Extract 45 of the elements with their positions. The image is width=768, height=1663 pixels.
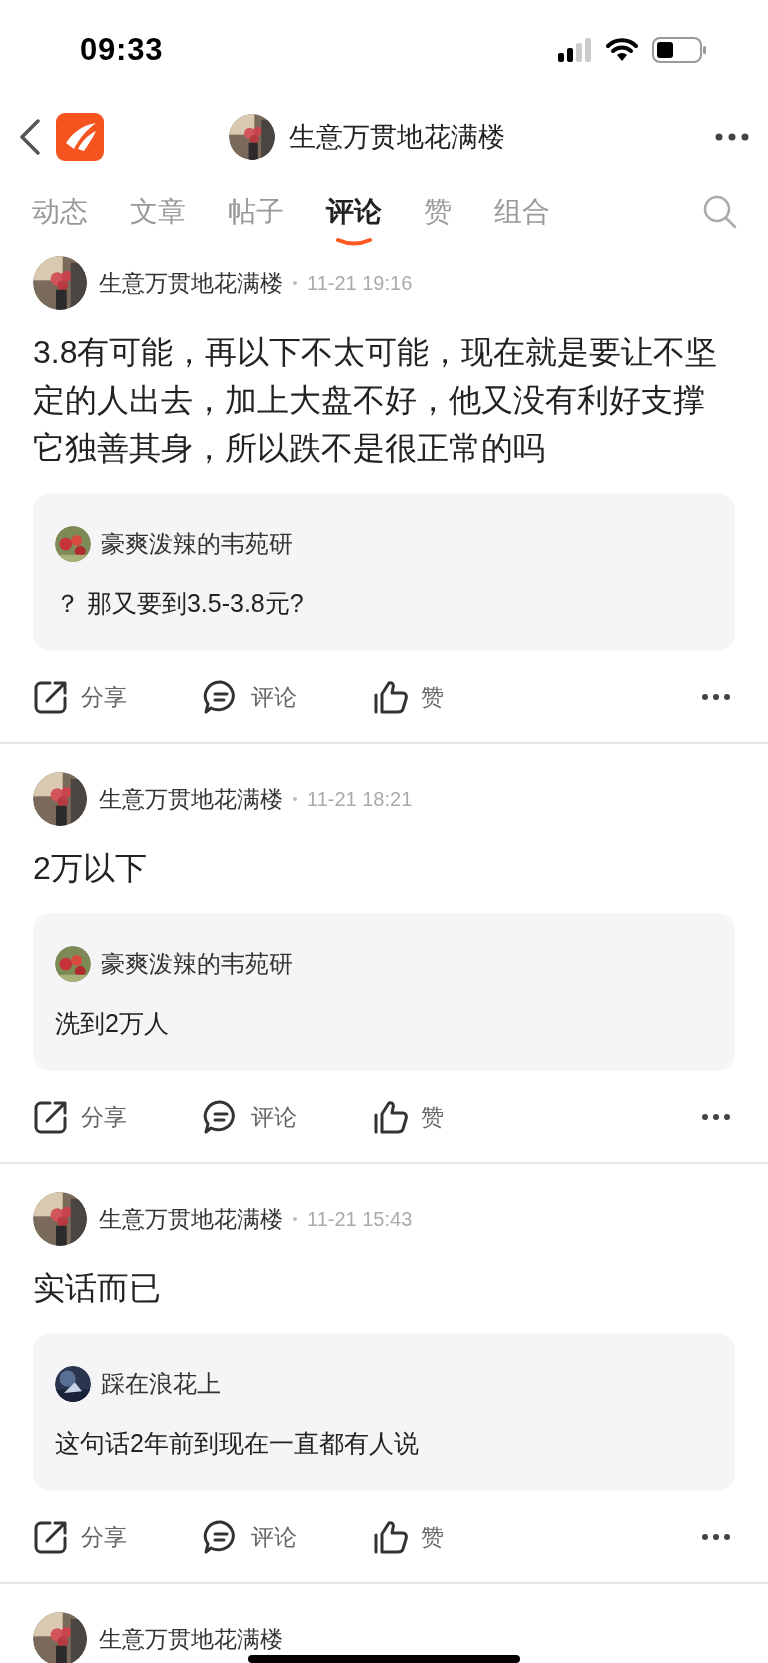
comment-text: 2万以下 (33, 849, 148, 888)
action-button[interactable]: 赞 (373, 1519, 444, 1555)
action-button[interactable]: 分享 (33, 679, 127, 715)
comment-text: 3.8有可能，再以下不太可能，现在就是要让不坚定的人出去，加上大盘不好，他又没有利好支撑它独善其身，所以跌不是很正常的吗 (33, 333, 719, 468)
author-name[interactable]: 生意万贯地花满楼 (99, 781, 283, 817)
action-button[interactable]: 分享 (33, 1099, 127, 1135)
post-time: 11-21 19:16 (307, 271, 413, 296)
thumbs-up-icon (373, 1519, 409, 1555)
status-time: 09:33 (80, 30, 164, 69)
thumbs-up-icon (373, 679, 409, 715)
comment-text: 实话而已 (33, 1269, 162, 1308)
author-name[interactable]: 生意万贯地花满楼 (99, 265, 283, 301)
reply-author[interactable]: 踩在浪花上 (101, 1366, 221, 1402)
reply-text: 这句话2年前到现在一直都有人说 (55, 1428, 420, 1459)
page-title: 生意万贯地花满楼 (289, 120, 505, 154)
reply-author[interactable]: 豪爽泼辣的韦苑研 (101, 526, 293, 562)
author-name[interactable]: 生意万贯地花满楼 (99, 1201, 283, 1237)
action-button[interactable]: 分享 (33, 1519, 127, 1555)
thumbs-up-icon (373, 1099, 409, 1135)
share-icon (33, 679, 69, 715)
share-icon (33, 1519, 69, 1555)
more-icon[interactable] (701, 693, 731, 701)
action-button[interactable]: 评论 (203, 1099, 297, 1135)
more-icon[interactable] (701, 1533, 731, 1541)
more-icon[interactable] (714, 132, 750, 142)
author-name[interactable]: 生意万贯地花满楼 (99, 1621, 283, 1657)
back-icon[interactable] (18, 119, 42, 155)
separator-dot-icon (293, 281, 297, 285)
share-icon (33, 1099, 69, 1135)
app-logo-icon[interactable] (56, 113, 104, 161)
separator-dot-icon (293, 797, 297, 801)
post-time: 11-21 15:43 (307, 1207, 413, 1232)
reply-text: 洗到2万人 (55, 1008, 170, 1039)
wifi-icon (606, 38, 638, 62)
more-icon[interactable] (701, 1113, 731, 1121)
action-button[interactable]: 赞 (373, 1099, 444, 1135)
reply-author[interactable]: 豪爽泼辣的韦苑研 (101, 946, 293, 982)
signal-icon (558, 38, 592, 62)
post-time: 11-21 18:21 (307, 787, 413, 812)
reply-text: ？ 那又要到3.5-3.8元? (55, 588, 305, 619)
action-button[interactable]: 评论 (203, 679, 297, 715)
battery-icon (652, 37, 708, 63)
action-button[interactable]: 赞 (373, 679, 444, 715)
separator-dot-icon (293, 1217, 297, 1221)
action-button[interactable]: 评论 (203, 1519, 297, 1555)
